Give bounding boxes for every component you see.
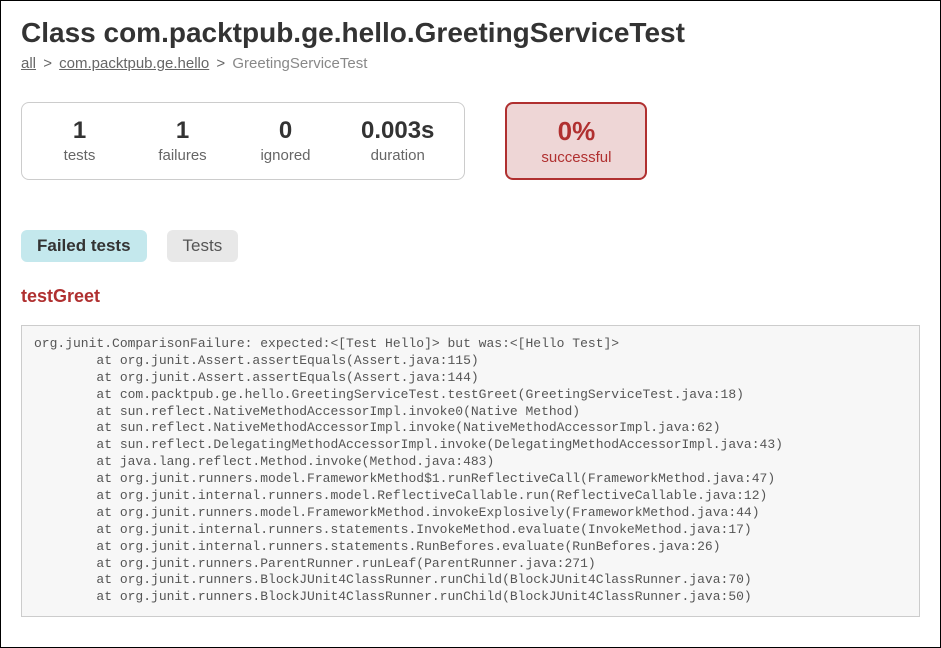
stat-ignored: 0 ignored bbox=[258, 117, 313, 165]
stat-failures: 1 failures bbox=[155, 117, 210, 165]
stat-duration-value: 0.003s bbox=[361, 117, 434, 145]
success-label: successful bbox=[541, 149, 611, 166]
breadcrumb-all[interactable]: all bbox=[21, 55, 36, 72]
stat-ignored-label: ignored bbox=[258, 147, 313, 164]
stat-duration: 0.003s duration bbox=[361, 117, 434, 165]
breadcrumb-current: GreetingServiceTest bbox=[232, 55, 367, 72]
stack-trace: org.junit.ComparisonFailure: expected:<[… bbox=[21, 325, 920, 617]
tabs: Failed tests Tests bbox=[21, 230, 920, 262]
breadcrumb-separator: > bbox=[216, 55, 225, 72]
success-value: 0% bbox=[541, 116, 611, 147]
failed-test-name: testGreet bbox=[21, 286, 920, 307]
tab-tests[interactable]: Tests bbox=[167, 230, 239, 262]
stat-failures-label: failures bbox=[155, 147, 210, 164]
stat-ignored-value: 0 bbox=[258, 117, 313, 145]
breadcrumb-package[interactable]: com.packtpub.ge.hello bbox=[59, 55, 209, 72]
stat-tests: 1 tests bbox=[52, 117, 107, 165]
stat-tests-value: 1 bbox=[52, 117, 107, 145]
tab-failed-tests[interactable]: Failed tests bbox=[21, 230, 147, 262]
success-box: 0% successful bbox=[505, 102, 647, 180]
page-title: Class com.packtpub.ge.hello.GreetingServ… bbox=[21, 17, 920, 49]
stats-box: 1 tests 1 failures 0 ignored 0.003s dura… bbox=[21, 102, 465, 180]
breadcrumb-separator: > bbox=[43, 55, 52, 72]
stat-failures-value: 1 bbox=[155, 117, 210, 145]
breadcrumb: all > com.packtpub.ge.hello > GreetingSe… bbox=[21, 55, 920, 72]
stat-tests-label: tests bbox=[52, 147, 107, 164]
stat-duration-label: duration bbox=[361, 147, 434, 164]
